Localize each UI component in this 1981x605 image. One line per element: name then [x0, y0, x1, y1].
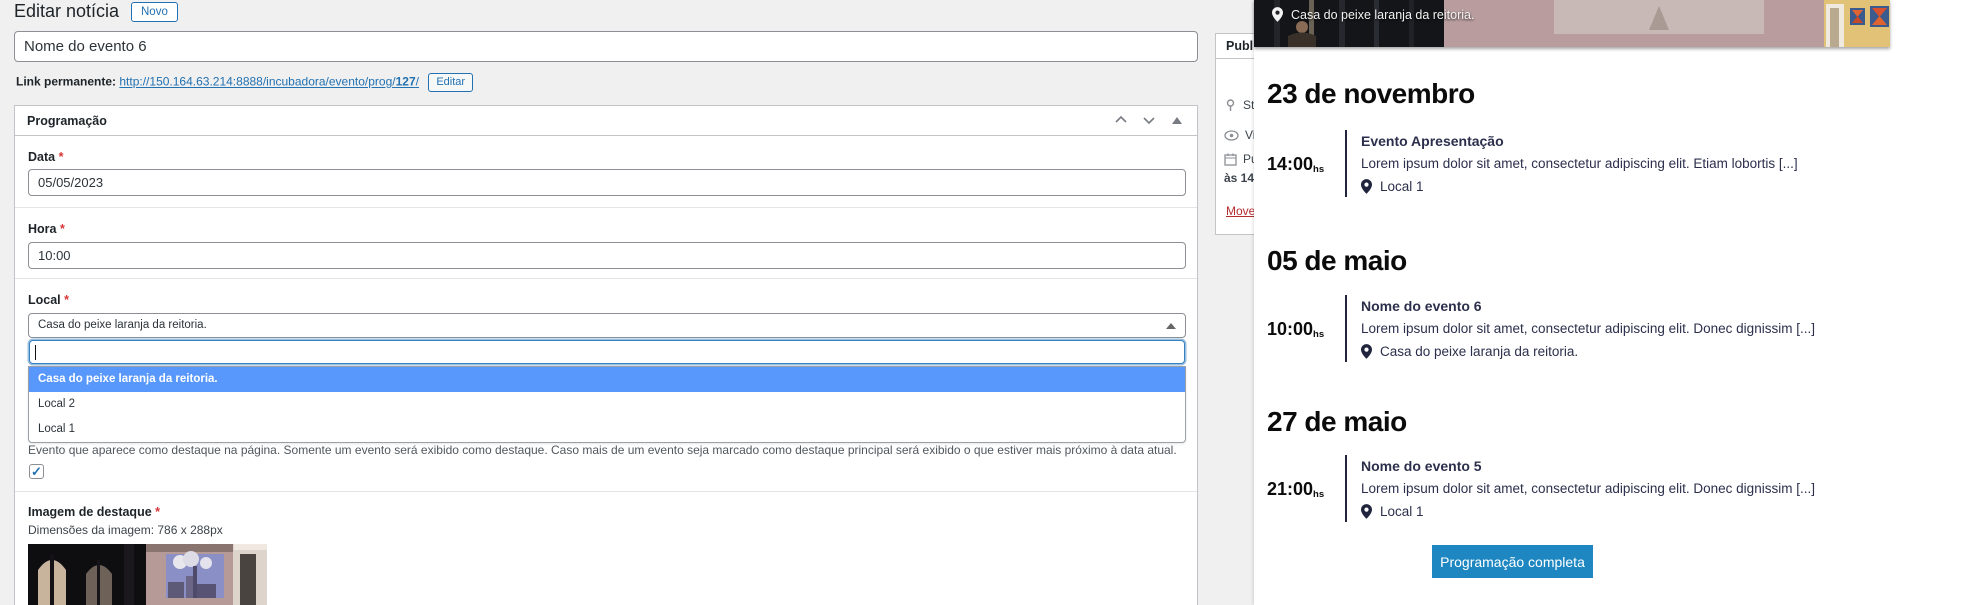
- page-title: Editar notícia: [14, 1, 119, 22]
- local-option[interactable]: Local 2: [29, 392, 1185, 417]
- local-search-input[interactable]: [29, 340, 1185, 364]
- field-separator: [15, 278, 1197, 279]
- day-heading: 05 de maio: [1267, 245, 1867, 277]
- field-separator: [15, 207, 1197, 208]
- event-item: 10:00hs Nome do evento 6 Lorem ipsum dol…: [1267, 295, 1867, 362]
- publish-visibility-row: Vi: [1224, 128, 1255, 142]
- programacao-completa-button[interactable]: Programação completa: [1432, 545, 1593, 578]
- permalink-label: Link permanente:: [16, 75, 116, 89]
- day-heading: 23 de novembro: [1267, 78, 1867, 110]
- event-banner-image: Casa do peixe laranja da reitoria.: [1254, 0, 1890, 47]
- map-pin-icon: [1272, 7, 1283, 22]
- permalink-link[interactable]: http://150.164.63.214:8888/incubadora/ev…: [119, 75, 419, 89]
- imagem-field-label: Imagem de destaque *: [28, 505, 160, 519]
- map-pin-icon: [1361, 344, 1372, 359]
- event-item: 14:00hs Evento Apresentação Lorem ipsum …: [1267, 130, 1867, 197]
- text-cursor: [35, 345, 36, 360]
- map-pin-icon: [1361, 504, 1372, 519]
- hora-field-input[interactable]: [28, 242, 1186, 269]
- publish-date-row: Pu: [1224, 152, 1258, 166]
- edit-event-screen: Editar notícia Novo Link permanente: htt…: [0, 0, 1981, 605]
- event-location: Casa do peixe laranja da reitoria.: [1361, 344, 1815, 359]
- local-selected-value: Casa do peixe laranja da reitoria.: [38, 319, 207, 331]
- caret-up-icon: [1166, 323, 1176, 329]
- publish-status-row: St: [1224, 98, 1254, 112]
- calendar-icon: [1224, 153, 1237, 166]
- banner-caption: Casa do peixe laranja da reitoria.: [1272, 7, 1474, 22]
- hora-field-label: Hora *: [28, 222, 65, 236]
- programacao-metabox: Programação Data * Hora * Local * Casa d…: [14, 105, 1198, 605]
- preview-panel: Casa do peixe laranja da reitoria. 23 de…: [1254, 0, 1981, 605]
- event-excerpt: Lorem ipsum dolor sit amet, consectetur …: [1361, 481, 1815, 496]
- local-options-dropdown: Casa do peixe laranja da reitoria. Local…: [28, 366, 1186, 443]
- local-field-label: Local *: [28, 293, 69, 307]
- permalink-edit-button[interactable]: Editar: [428, 73, 473, 92]
- data-field-label: Data *: [28, 150, 63, 164]
- day-heading: 27 de maio: [1267, 406, 1867, 438]
- publish-time-fragment: às 14:: [1224, 171, 1258, 185]
- chevron-down-icon[interactable]: [1141, 113, 1159, 129]
- event-title: Evento Apresentação: [1361, 133, 1798, 149]
- local-option[interactable]: Casa do peixe laranja da reitoria.: [29, 367, 1185, 392]
- event-time: 10:00hs: [1267, 295, 1345, 362]
- local-option[interactable]: Local 1: [29, 417, 1185, 442]
- metabox-header[interactable]: Programação: [15, 106, 1197, 136]
- event-time: 21:00hs: [1267, 455, 1345, 522]
- event-excerpt: Lorem ipsum dolor sit amet, consectetur …: [1361, 156, 1798, 171]
- featured-image-thumbnail[interactable]: [28, 544, 267, 605]
- destaque-description: Evento que aparece como destaque na pági…: [28, 443, 1178, 457]
- triangle-up-icon[interactable]: [1171, 115, 1189, 131]
- metabox-title: Programação: [27, 114, 107, 128]
- event-excerpt: Lorem ipsum dolor sit amet, consectetur …: [1361, 321, 1815, 336]
- data-field-input[interactable]: [28, 169, 1186, 196]
- eye-icon: [1224, 130, 1239, 141]
- permalink-row: Link permanente: http://150.164.63.214:8…: [16, 73, 473, 92]
- map-pin-icon: [1361, 179, 1372, 194]
- imagem-dimensions-note: Dimensões da imagem: 786 x 288px: [28, 523, 223, 537]
- chevron-up-icon[interactable]: [1113, 113, 1131, 129]
- field-separator: [15, 491, 1197, 492]
- destaque-checkbox[interactable]: [29, 464, 44, 479]
- pin-icon: [1224, 99, 1237, 112]
- post-title-input[interactable]: [14, 31, 1198, 62]
- event-location: Local 1: [1361, 179, 1798, 194]
- event-time: 14:00hs: [1267, 130, 1345, 197]
- event-item: 21:00hs Nome do evento 5 Lorem ipsum dol…: [1267, 455, 1867, 522]
- event-location: Local 1: [1361, 504, 1815, 519]
- event-title: Nome do evento 6: [1361, 298, 1815, 314]
- local-select[interactable]: Casa do peixe laranja da reitoria.: [28, 313, 1186, 338]
- add-new-button[interactable]: Novo: [131, 2, 178, 22]
- event-title: Nome do evento 5: [1361, 458, 1815, 474]
